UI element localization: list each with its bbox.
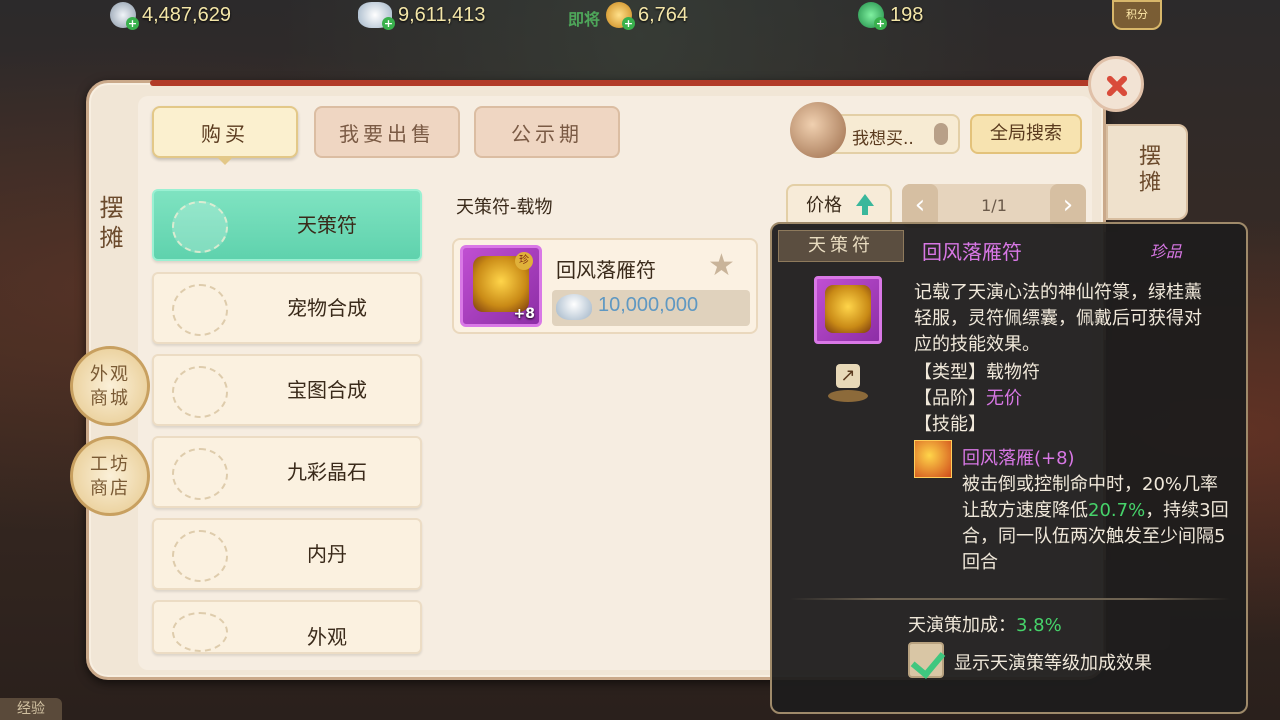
microphone-icon[interactable] [934, 123, 948, 145]
item-price: 10,000,000 [552, 290, 750, 326]
category-item-tiance-fu[interactable]: 天策符 [152, 189, 422, 261]
right-tab-label: 摆摊 [1135, 144, 1160, 196]
workshop-store-label: 工坊商店 [90, 454, 130, 499]
silver-ingot-icon [556, 294, 592, 320]
category-item-pet-synthesis[interactable]: 宠物合成 [152, 272, 422, 344]
want-to-buy-button[interactable]: 我想买.. [790, 102, 960, 158]
jade-icon: + [858, 2, 887, 30]
bonus-label: 天演策加成： [908, 615, 1016, 636]
type-label: 【类型】 [914, 362, 986, 383]
favorite-star-icon[interactable]: ★ [708, 248, 735, 283]
pill-icon [172, 530, 228, 582]
add-icon[interactable]: + [382, 17, 395, 30]
appearance-mall-label: 外观商城 [90, 364, 130, 409]
currency-value: 4,487,629 [142, 3, 231, 26]
item-level: +8 [513, 306, 535, 322]
category-label: 外观 [307, 625, 347, 649]
bonus-checkbox[interactable] [908, 642, 944, 678]
side-tab-stall[interactable]: 摆摊 [92, 100, 138, 350]
currency-value: 6,764 [638, 3, 689, 26]
ingot-icon: + [358, 2, 395, 30]
rare-badge: 珍 [515, 252, 533, 270]
bonus-line: 天演策加成：3.8% [908, 611, 1062, 637]
skill-description: 被击倒或控制命中时，20%几率让敌方速度降低20.7%，持续3回合，同一队伍两次… [962, 472, 1232, 576]
event-soon-label: 即将 [568, 10, 601, 29]
category-item-crystal[interactable]: 九彩晶石 [152, 436, 422, 508]
add-icon[interactable]: + [126, 17, 139, 30]
tooltip-skill-header: 【技能】 [914, 414, 986, 435]
category-label: 内丹 [307, 542, 347, 566]
item-thumbnail[interactable]: 珍 +8 [460, 245, 542, 327]
skill-name: 回风落雁(+8) [962, 448, 1075, 469]
tooltip-item-thumbnail [814, 276, 882, 344]
share-pedestal [828, 390, 868, 402]
share-button[interactable]: ↗ [824, 362, 872, 402]
divider [790, 598, 1230, 600]
currency-bar: + 4,487,629 + 9,611,413 即将 + 6,764 + 198… [0, 0, 1280, 30]
share-icon: ↗ [836, 364, 860, 388]
workshop-store-button[interactable]: 工坊商店 [70, 436, 150, 516]
robe-icon [172, 612, 228, 652]
category-item-map-synthesis[interactable]: 宝图合成 [152, 354, 422, 426]
copper-coin-icon: + [606, 2, 635, 30]
tooltip-grade: 【品阶】无价 [914, 384, 1022, 410]
fox-mascot-icon [790, 102, 846, 158]
scroll-icon [172, 201, 228, 253]
category-label: 天策符 [297, 213, 357, 237]
bonus-value: 3.8% [1016, 615, 1062, 636]
currency-ingot[interactable]: + 9,611,413 [358, 2, 486, 30]
currency-jade[interactable]: + 198 [858, 2, 924, 30]
grade-label: 【品阶】 [914, 388, 986, 409]
skill-icon [914, 440, 952, 478]
skill-desc-highlight: 20.7% [1088, 500, 1146, 521]
side-tab-label: 摆摊 [95, 195, 123, 255]
tab-public-period[interactable]: 公示期 [474, 106, 620, 158]
currency-value: 9,611,413 [398, 3, 486, 26]
currency-value: 198 [890, 3, 924, 26]
type-value: 载物符 [986, 362, 1040, 383]
close-button[interactable] [1088, 56, 1144, 112]
category-item-inner-pill[interactable]: 内丹 [152, 518, 422, 590]
add-icon[interactable]: + [622, 17, 635, 30]
tooltip-description: 记载了天演心法的神仙符箓，绿桂薰轻服，灵符佩缥囊，佩戴后可获得对应的技能效果。 [914, 282, 1202, 355]
right-tab-stall[interactable]: 摆摊 [1106, 124, 1188, 220]
points-button[interactable]: 积分 [1112, 0, 1162, 30]
talisman-icon [825, 285, 871, 333]
breadcrumb: 天策符-载物 [456, 197, 553, 218]
tooltip-title: 回风落雁符 [922, 240, 1022, 264]
rarity-label: 珍品 [1150, 242, 1183, 261]
currency-copper[interactable]: + 6,764 [606, 2, 689, 30]
arrow-up-icon [856, 194, 874, 215]
silver-icon: + [110, 2, 139, 30]
appearance-mall-button[interactable]: 外观商城 [70, 346, 150, 426]
item-name: 回风落雁符 [556, 258, 656, 282]
pet-scroll-icon [172, 284, 228, 336]
price-value: 10,000,000 [598, 294, 699, 316]
panel-trim [150, 80, 1100, 86]
tab-sell[interactable]: 我要出售 [314, 106, 460, 158]
tooltip-type: 【类型】载物符 [914, 358, 1040, 384]
add-icon[interactable]: + [874, 17, 887, 30]
category-item-appearance[interactable]: 外观 [152, 600, 422, 654]
sort-label: 价格 [806, 195, 842, 216]
checkbox-label: 显示天演策等级加成效果 [954, 653, 1152, 674]
tab-buy[interactable]: 购买 [152, 106, 298, 158]
global-search-button[interactable]: 全局搜索 [970, 114, 1082, 154]
grade-value: 无价 [986, 388, 1022, 409]
category-label: 九彩晶石 [287, 460, 367, 484]
want-to-buy-label: 我想买.. [852, 129, 914, 149]
category-label: 宠物合成 [287, 296, 367, 320]
treasure-map-icon [172, 366, 228, 418]
crystal-icon [172, 448, 228, 500]
category-label: 宝图合成 [287, 378, 367, 402]
tab-pointer [216, 156, 234, 165]
currency-silver[interactable]: + 4,487,629 [110, 2, 231, 30]
exp-label: 经验 [0, 698, 62, 720]
tooltip-category-tag: 天策符 [778, 230, 904, 262]
